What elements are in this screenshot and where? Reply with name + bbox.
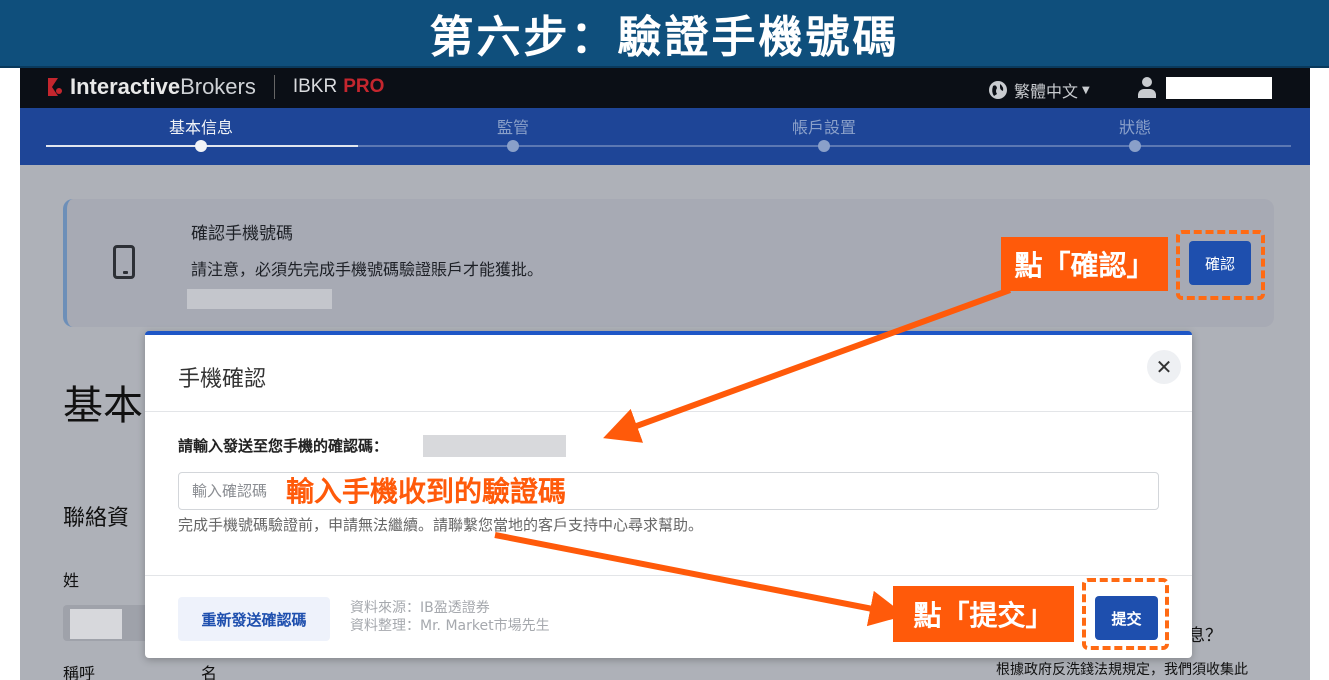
card-title: 確認手機號碼: [191, 224, 293, 244]
brand-name-regular: Brokers: [180, 74, 256, 99]
brand-divider: [273, 75, 275, 99]
source-line: 資料來源：IB盈透證券: [350, 600, 490, 616]
dialog-footer-divider: [145, 575, 1192, 576]
helper-text: 完成手機號碼驗證前，申請無法繼續。請聯繫您當地的客戶支持中心尋求幫助。: [178, 516, 704, 534]
step-basic-info[interactable]: 基本信息: [101, 114, 301, 152]
brand-logo[interactable]: Interactive Brokers IBKR PRO: [46, 74, 384, 100]
step-dot: [1129, 140, 1141, 152]
step-account-setup[interactable]: 帳戶設置: [724, 114, 924, 152]
source-line: 資料整理：Mr. Market市場先生: [350, 618, 550, 634]
product-tier: PRO: [343, 76, 385, 97]
title-banner: 第六步：驗證手機號碼: [0, 0, 1329, 68]
aml-notice: 根據政府反洗錢法規規定，我們須收集此: [996, 662, 1248, 678]
step-label: 監管: [496, 118, 529, 137]
phone-icon: [113, 245, 135, 279]
question-text: 息？: [1188, 626, 1222, 646]
top-navbar: Interactive Brokers IBKR PRO 繁體中文 ▼: [20, 68, 1310, 108]
page-heading: 基本: [63, 383, 143, 429]
step-status[interactable]: 狀態: [1035, 114, 1235, 152]
language-selector[interactable]: 繁體中文 ▼: [988, 78, 1090, 102]
language-label: 繁體中文: [1014, 82, 1079, 101]
step-regulatory[interactable]: 監管: [413, 114, 613, 152]
resend-code-button[interactable]: 重新發送確認碼: [178, 597, 330, 641]
user-menu[interactable]: [1138, 77, 1272, 99]
close-icon[interactable]: ✕: [1147, 350, 1181, 384]
surname-label: 姓: [63, 571, 80, 590]
chevron-down-icon: ▼: [1082, 84, 1090, 96]
globe-icon: [989, 81, 1007, 99]
brand-name-bold: Interactive: [70, 74, 181, 99]
section-heading: 聯絡資: [63, 506, 130, 531]
username-redacted: [1166, 77, 1272, 99]
step-label: 帳戶設置: [791, 118, 856, 137]
step-dot: [818, 140, 830, 152]
user-icon: [1138, 77, 1156, 99]
step-dot: [507, 140, 519, 152]
given-name-label: 名: [201, 664, 218, 680]
code-prompt: 請輸入發送至您手機的確認碼：: [178, 437, 389, 455]
product-name: IBKR: [292, 76, 338, 97]
callout-enter-code: 輸入手機收到的驗證碼: [286, 475, 567, 508]
callout-click-submit: 點「提交」: [893, 586, 1074, 642]
banner-title: 第六步：驗證手機號碼: [429, 12, 900, 63]
card-note: 請注意，必須先完成手機號碼驗證賬戶才能獲批。: [191, 260, 544, 279]
progress-stepper: 基本信息 監管 帳戶設置 狀態: [20, 108, 1310, 165]
phone-number-redacted: [187, 289, 332, 309]
logo-mark-icon: [48, 78, 62, 96]
confirm-highlight-box: [1176, 230, 1265, 300]
source-watermark: 資料來源：IB盈透證券 資料整理：Mr. Market市場先生: [350, 599, 550, 635]
step-dot: [195, 140, 207, 152]
dialog-divider: [145, 411, 1192, 412]
dialog-title: 手機確認: [178, 367, 267, 392]
callout-click-confirm: 點「確認」: [1001, 237, 1168, 291]
surname-value-redacted: [70, 609, 122, 639]
step-label: 基本信息: [168, 118, 233, 137]
submit-highlight-box: [1082, 578, 1169, 650]
phone-number-redacted: [423, 435, 566, 457]
step-label: 狀態: [1118, 118, 1151, 137]
salutation-label: 稱呼: [63, 664, 96, 680]
